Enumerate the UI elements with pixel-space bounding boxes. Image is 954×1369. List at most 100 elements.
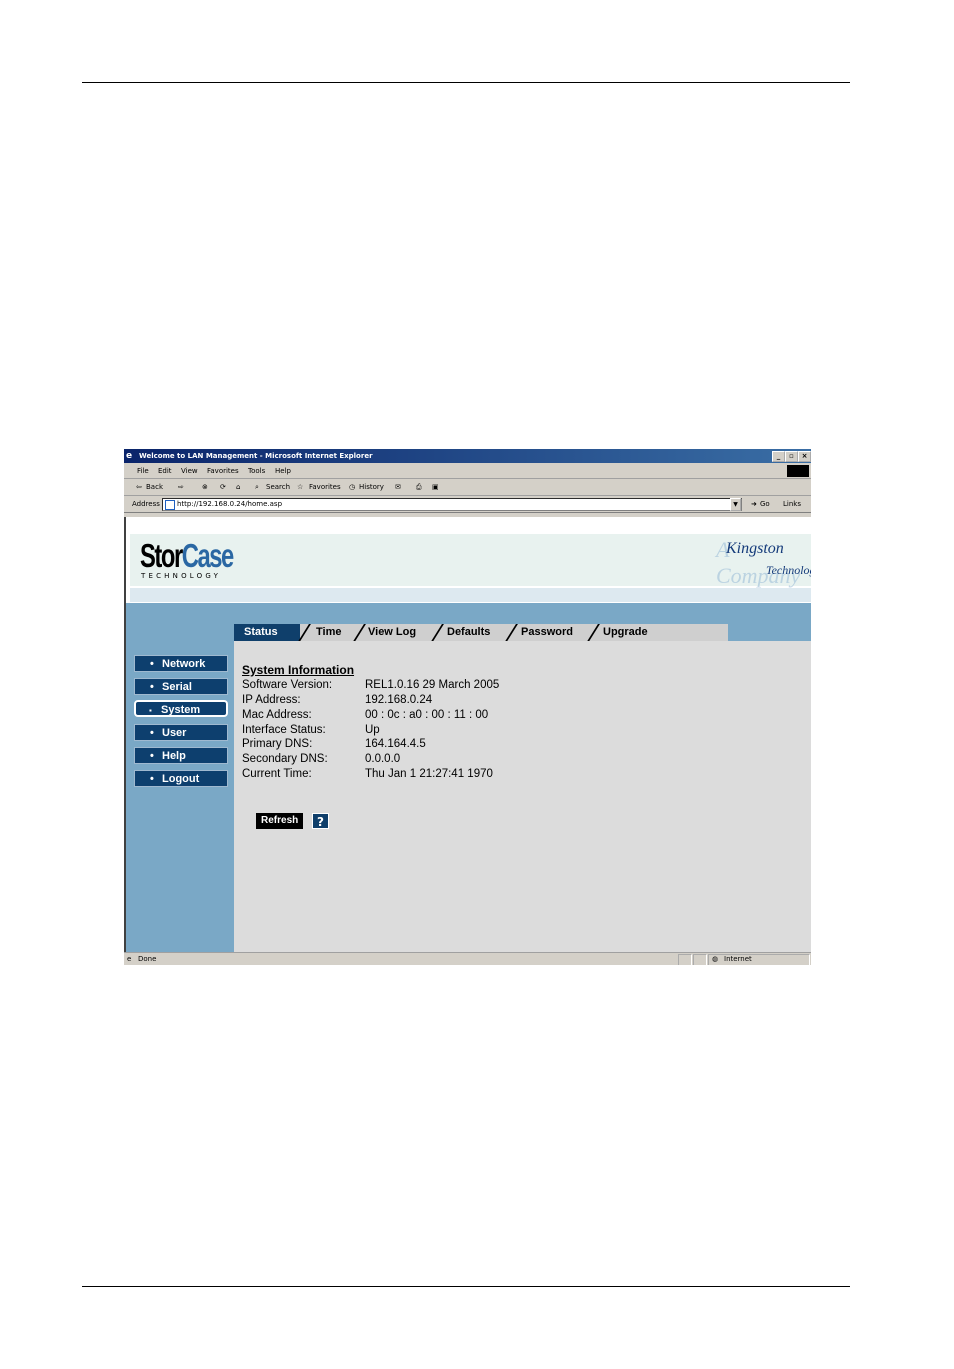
status-segment — [693, 954, 707, 965]
sidebar-item-user[interactable]: • User — [134, 724, 228, 741]
home-icon[interactable]: ⌂ — [236, 483, 240, 491]
refresh-icon[interactable]: ⟳ — [220, 483, 226, 491]
bullet-icon: ▪ — [149, 706, 152, 715]
mail-icon[interactable]: ✉ — [395, 483, 401, 491]
storcase-logo-subtitle: TECHNOLOGY — [141, 572, 222, 580]
sidebar-item-label: Logout — [162, 773, 200, 785]
back-button[interactable]: Back — [146, 483, 163, 491]
title-bar: e Welcome to LAN Management - Microsoft … — [124, 449, 811, 463]
sidebar-item-logout[interactable]: • Logout — [134, 770, 228, 787]
info-value: 192.168.0.24 — [365, 694, 433, 706]
menu-file[interactable]: File — [137, 467, 149, 475]
info-label: IP Address: — [242, 694, 301, 706]
ie-icon: e — [126, 451, 133, 461]
links-button[interactable]: Links — [783, 500, 801, 508]
sidebar-item-serial[interactable]: • Serial — [134, 678, 228, 695]
info-label: Software Version: — [242, 679, 333, 691]
search-button[interactable]: Search — [266, 483, 290, 491]
tab-upgrade[interactable]: Upgrade — [603, 624, 648, 641]
banner: StorCase TECHNOLOGY A Company Kingston T… — [126, 517, 811, 603]
menu-favorites[interactable]: Favorites — [207, 467, 239, 475]
history-button[interactable]: History — [359, 483, 384, 491]
info-label: Interface Status: — [242, 724, 326, 736]
favorites-icon: ☆ — [297, 483, 304, 491]
sidebar-item-label: Network — [162, 658, 206, 670]
info-value: Up — [365, 724, 380, 736]
address-bar: Address http://192.168.0.24/home.asp ▼ ➜… — [124, 496, 811, 513]
banner-band — [130, 588, 811, 602]
minimize-button[interactable]: _ — [772, 451, 785, 462]
search-icon: ⌕ — [255, 483, 259, 491]
sidebar-item-label: System — [161, 704, 201, 716]
info-label: Current Time: — [242, 768, 312, 780]
window-title: Welcome to LAN Management - Microsoft In… — [139, 452, 373, 460]
bullet-icon: • — [150, 658, 154, 670]
menu-edit[interactable]: Edit — [158, 467, 172, 475]
tab-bar: Status Time View Log Defaults Password U… — [234, 624, 728, 643]
status-bar: e Done ◍ Internet — [124, 952, 811, 965]
globe-icon: ◍ — [712, 955, 719, 963]
menu-bar: File Edit View Favorites Tools Help — [124, 464, 811, 479]
sidebar-item-help[interactable]: • Help — [134, 747, 228, 764]
help-question-icon[interactable]: ? — [312, 813, 329, 829]
tab-time[interactable]: Time — [316, 624, 341, 641]
info-value: 00 : 0c : a0 : 00 : 11 : 00 — [365, 709, 489, 721]
storcase-logo: StorCase — [140, 537, 234, 574]
status-text: Done — [138, 955, 157, 963]
tab-password[interactable]: Password — [521, 624, 573, 641]
page-top-rule — [82, 82, 850, 83]
info-value: REL1.0.16 29 March 2005 — [365, 679, 500, 691]
kingston-logo-technology: Technology — [766, 563, 811, 577]
info-label: Primary DNS: — [242, 738, 313, 750]
go-arrow-icon: ➜ — [751, 500, 757, 508]
restore-button[interactable]: ▫ — [785, 451, 798, 462]
menu-tools[interactable]: Tools — [248, 467, 265, 475]
tab-defaults[interactable]: Defaults — [447, 624, 490, 641]
sidebar-item-label: Help — [162, 750, 186, 762]
edit-icon[interactable]: ▣ — [432, 483, 439, 491]
favorites-button[interactable]: Favorites — [309, 483, 341, 491]
section-title: System Information — [242, 663, 355, 677]
tab-view-log[interactable]: View Log — [368, 624, 416, 641]
sidebar-item-network[interactable]: • Network — [134, 655, 228, 672]
close-button[interactable]: × — [798, 451, 811, 462]
zone-text: Internet — [724, 955, 752, 963]
sidebar: • Network • Serial ▪ System • User • Hel… — [126, 641, 234, 952]
system-information-panel: System Information Software Version: REL… — [234, 641, 811, 952]
page-done-icon: e — [127, 955, 132, 963]
sidebar-item-label: Serial — [162, 681, 192, 693]
sidebar-item-label: User — [162, 727, 187, 739]
address-dropdown-button[interactable]: ▼ — [730, 498, 741, 511]
go-button[interactable]: Go — [760, 500, 770, 508]
bullet-icon: • — [150, 750, 154, 762]
bullet-icon: • — [150, 773, 154, 785]
info-value: Thu Jan 1 21:27:41 1970 — [365, 768, 493, 780]
info-value: 0.0.0.0 — [365, 753, 401, 765]
tab-status[interactable]: Status — [234, 624, 300, 641]
refresh-button[interactable]: Refresh — [256, 813, 304, 829]
bullet-icon: • — [150, 727, 154, 739]
kingston-logo: Kingston — [726, 540, 784, 557]
info-label: Mac Address: — [242, 709, 312, 721]
page-bottom-rule — [82, 1286, 850, 1287]
print-icon[interactable]: ⎙ — [416, 483, 422, 492]
address-url: http://192.168.0.24/home.asp — [177, 500, 283, 508]
address-input[interactable]: http://192.168.0.24/home.asp — [162, 498, 742, 511]
history-icon: ◷ — [349, 483, 356, 491]
sidebar-item-system[interactable]: ▪ System — [134, 700, 228, 717]
info-value: 164.164.4.5 — [365, 738, 426, 750]
menu-view[interactable]: View — [181, 467, 198, 475]
windows-logo-icon — [787, 465, 809, 477]
status-segment — [678, 954, 692, 965]
info-label: Secondary DNS: — [242, 753, 328, 765]
menu-help[interactable]: Help — [275, 467, 291, 475]
page-icon — [165, 500, 175, 510]
forward-button[interactable]: ⇨ — [178, 483, 184, 491]
bullet-icon: • — [150, 681, 154, 693]
web-page: StorCase TECHNOLOGY A Company Kingston T… — [126, 517, 811, 952]
stop-icon[interactable]: ⊗ — [202, 483, 208, 491]
address-label: Address — [132, 500, 160, 508]
standard-toolbar: ⇦ Back ⇨ ⊗ ⟳ ⌂ ⌕ Search ☆ Favorites ◷ Hi… — [124, 479, 811, 496]
browser-window: e Welcome to LAN Management - Microsoft … — [124, 449, 811, 965]
back-arrow-icon: ⇦ — [136, 483, 142, 491]
